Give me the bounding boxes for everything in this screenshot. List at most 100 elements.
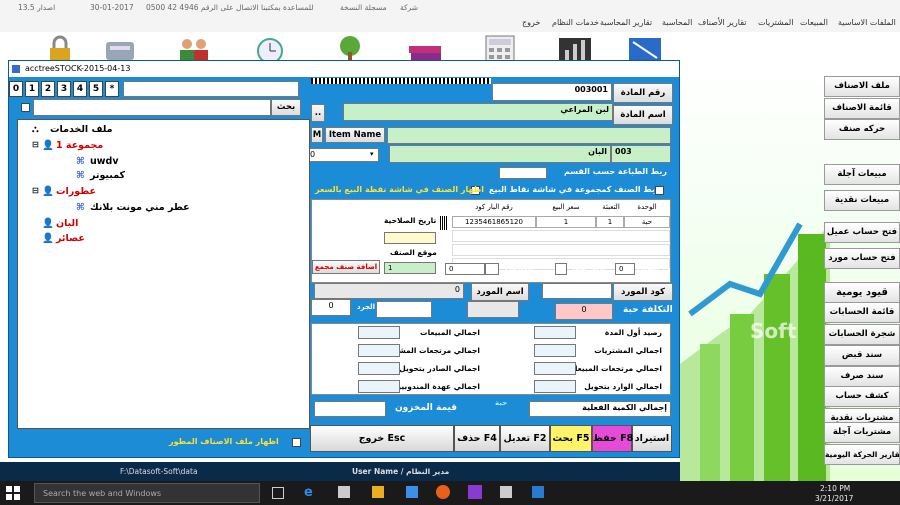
search-button[interactable]: بحث <box>271 99 301 116</box>
stat-sales-returns-field[interactable] <box>534 362 576 375</box>
cash-sales-button[interactable]: مبيعات نقدية <box>824 190 900 211</box>
save-button[interactable]: حفظ F8 <box>592 425 633 452</box>
menu-purchases[interactable]: المشتريات <box>758 18 793 27</box>
link-group-checkbox[interactable] <box>655 186 664 195</box>
open-customer-account-button[interactable]: فتح حساب عميل <box>824 222 900 243</box>
import-button[interactable]: استيراد <box>632 425 672 452</box>
location-field[interactable]: 1 <box>384 262 436 274</box>
tree-group-juices[interactable]: عصائر <box>56 233 85 244</box>
daily-movement-reports-button[interactable]: تقارير الحركة اليومية <box>824 444 900 465</box>
item-name-english-button[interactable]: Item Name <box>325 127 385 143</box>
tree-item-computer[interactable]: كمبيوتر <box>90 170 125 181</box>
tree-group-dairy[interactable]: البان <box>56 218 78 229</box>
stat-transfer-in-field[interactable] <box>534 380 576 393</box>
total-qty-field[interactable]: إجمالي الكمية الفعلية <box>529 401 671 417</box>
wholesale-field[interactable] <box>376 301 432 318</box>
stat-purchase-returns-field[interactable] <box>358 344 400 357</box>
receipt-voucher-button[interactable]: سند قبض <box>824 345 900 366</box>
journal-entries-button[interactable]: قيود يومية <box>824 282 900 303</box>
store-icon[interactable] <box>338 486 350 498</box>
key-4[interactable]: 4 <box>73 81 87 97</box>
expiry-field[interactable] <box>384 232 436 244</box>
category-code-field[interactable]: 003 <box>611 145 671 163</box>
grid-cell-price[interactable]: 1 <box>536 216 596 228</box>
tree-expand-icon[interactable]: ⊟ <box>32 140 39 149</box>
clock-time[interactable]: 2:10 PM <box>820 484 850 493</box>
key-star[interactable]: * <box>105 81 119 97</box>
menu-accounting-reports[interactable]: تقارير المحاسبة <box>600 18 652 27</box>
print-link-combo[interactable] <box>499 167 547 179</box>
stock-value-field[interactable] <box>314 401 386 417</box>
search-input[interactable] <box>33 99 271 116</box>
item-movement-button[interactable]: حركه صنف <box>824 119 900 140</box>
tree-root[interactable]: ملف الخدمات <box>50 124 113 135</box>
rep-combo[interactable]: 0 <box>445 263 485 275</box>
rep-checkbox[interactable] <box>485 263 499 275</box>
accounts-list-button[interactable]: قائمة الحسابات <box>824 302 900 323</box>
open-supplier-account-button[interactable]: فتح حساب مورد <box>824 248 900 269</box>
firefox-icon[interactable] <box>436 485 450 499</box>
delete-button[interactable]: حذف F4 <box>454 425 500 452</box>
payment-voucher-button[interactable]: سند صرف <box>824 366 900 387</box>
grid-empty-row[interactable] <box>452 244 670 256</box>
grid-cell-barcode[interactable]: 1235461865120 <box>452 216 536 228</box>
dots-button[interactable]: .. <box>311 104 325 122</box>
tree-item-uwdv[interactable]: uwdv <box>90 156 119 167</box>
add-combo-item-button[interactable]: اضافة صنف مجمع <box>312 260 380 274</box>
items-file-button[interactable]: ملف الاصناف <box>824 76 900 97</box>
acctree-app-icon[interactable] <box>532 486 544 498</box>
windows-start-icon[interactable] <box>6 486 20 500</box>
app-icon-taskbar[interactable] <box>500 486 512 498</box>
tree-group-1[interactable]: مجموعة 1 <box>56 140 103 151</box>
items-list-button[interactable]: قائمة الاصناف <box>824 98 900 119</box>
exit-button[interactable]: خروج Esc <box>310 425 454 452</box>
menu-accounting[interactable]: المحاسبة <box>662 18 692 27</box>
cost-field[interactable]: 0 <box>555 303 613 320</box>
show-items-file-checkbox[interactable] <box>292 438 301 447</box>
visual-studio-icon[interactable] <box>468 485 482 499</box>
grid-cell-pack[interactable]: 1 <box>596 216 624 228</box>
m-button[interactable]: M <box>311 127 323 143</box>
stat-transfer-out-field[interactable] <box>358 362 400 375</box>
key-0[interactable]: 0 <box>9 81 23 97</box>
order-limit-field[interactable]: 0 <box>615 263 635 275</box>
task-view-icon[interactable] <box>272 487 284 499</box>
search-field-top[interactable] <box>123 81 299 97</box>
tree-expand-icon[interactable]: ⊟ <box>32 186 39 195</box>
grid-empty-row[interactable] <box>452 230 670 242</box>
min-price-checkbox[interactable] <box>555 263 567 275</box>
category-name-field[interactable]: البان <box>389 145 611 163</box>
tree-item-perfume[interactable]: عطر مني مونت بلانك <box>90 202 190 213</box>
tree-checkbox[interactable] <box>21 103 30 112</box>
menu-system-services[interactable]: خدمات النظام <box>552 18 599 27</box>
menu-basic-files[interactable]: الملفات الاساسية <box>838 18 896 27</box>
stat-rep-custody-field[interactable] <box>358 380 400 393</box>
item-name-field[interactable]: لبن المراعي <box>343 103 613 121</box>
key-3[interactable]: 3 <box>57 81 71 97</box>
edge-icon[interactable]: e <box>304 485 313 500</box>
menu-sales[interactable]: المبيعات <box>800 18 828 27</box>
account-statement-button[interactable]: كشف حساب <box>824 386 900 407</box>
menu-item-reports[interactable]: تقارير الأصناف <box>698 18 746 27</box>
credit-purchases-button[interactable]: مشتريات آجلة <box>824 422 900 443</box>
stat-purchases-field[interactable] <box>534 344 576 357</box>
accounts-tree-button[interactable]: شجرة الحسابات <box>824 324 900 345</box>
stat-opening-field[interactable] <box>534 326 576 339</box>
menu-exit[interactable]: خروج <box>522 18 540 27</box>
cost-extra-field[interactable] <box>467 301 519 318</box>
item-number-field[interactable]: 003001 <box>492 83 612 101</box>
stat-sales-field[interactable] <box>358 326 400 339</box>
key-1[interactable]: 1 <box>25 81 39 97</box>
supplier-code-field[interactable] <box>542 283 612 299</box>
key-2[interactable]: 2 <box>41 81 55 97</box>
taskbar-search-box[interactable]: Search the web and Windows <box>34 483 260 503</box>
tree-group-perfumes[interactable]: عطورات <box>56 186 96 197</box>
barcode-icon[interactable] <box>440 216 448 230</box>
inventory-count-field[interactable]: 0 <box>311 299 351 316</box>
supplier-name-field[interactable]: 0 <box>314 283 464 299</box>
unit-combo[interactable]: 0 <box>306 148 379 162</box>
credit-sales-button[interactable]: مبيعات آجلة <box>824 164 900 185</box>
item-name-english-field[interactable] <box>387 127 671 144</box>
search-f5-button[interactable]: بحث F5 <box>550 425 592 452</box>
folder-icon[interactable] <box>372 486 384 498</box>
